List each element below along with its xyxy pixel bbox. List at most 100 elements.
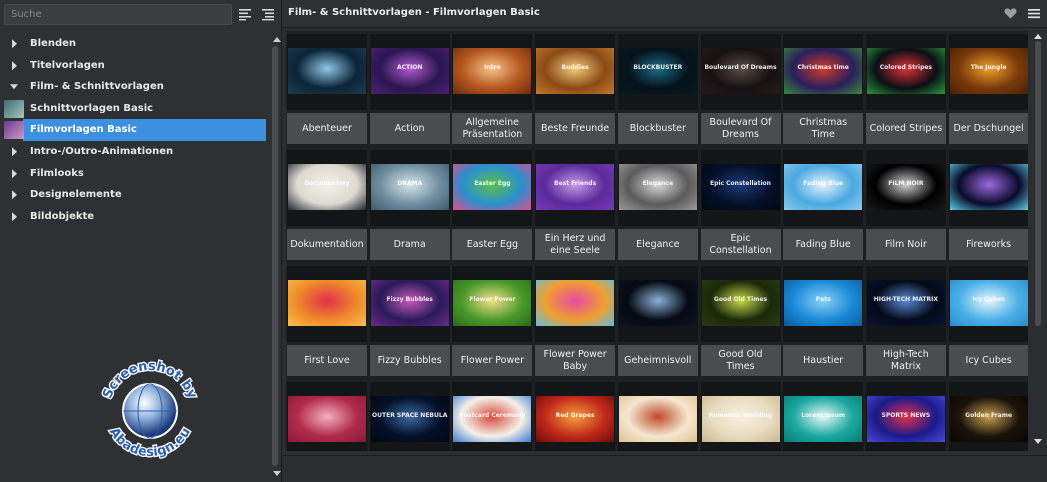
template-tile[interactable]: [286, 379, 367, 451]
tree-item-label: Schnittvorlagen Basic: [30, 102, 154, 114]
grid-scrollbar[interactable]: [1032, 31, 1044, 451]
tree-item[interactable]: Intro-/Outro-Animationen: [0, 141, 268, 163]
template-tile[interactable]: Geheimnisvoll: [616, 263, 698, 376]
thumbnail-title: Documentary: [304, 180, 350, 187]
tree-item-label: Blenden: [30, 38, 77, 49]
template-tile[interactable]: Flower Power Baby: [534, 263, 616, 376]
template-thumbnail: DRAMA: [369, 150, 450, 226]
template-tile[interactable]: Icy Cubes Icy Cubes: [947, 263, 1028, 376]
scroll-down-icon[interactable]: [1034, 437, 1042, 445]
caret-right-icon[interactable]: [9, 141, 19, 163]
sidebar-scrollbar[interactable]: [271, 36, 281, 478]
template-tile[interactable]: DRAMA Drama: [368, 147, 450, 260]
template-caption: Colored Stripes: [865, 113, 946, 144]
template-tile[interactable]: Fireworks: [947, 147, 1028, 260]
hamburger-menu-icon[interactable]: [1027, 7, 1041, 20]
template-tile[interactable]: Intro Allgemeine Präsentation: [451, 31, 533, 144]
template-tile[interactable]: BLOCKBUSTER Blockbuster: [616, 31, 698, 144]
template-tile[interactable]: The Jungle Der Dschungel: [947, 31, 1028, 144]
caret-right-icon[interactable]: [9, 184, 19, 206]
template-tile[interactable]: Good Old Times Good Old Times: [699, 263, 781, 376]
template-tile[interactable]: Flower Power Flower Power: [451, 263, 533, 376]
main-panel: Film- & Schnittvorlagen - Filmvorlagen B…: [283, 0, 1047, 482]
template-tile[interactable]: SPORTS NEWS: [864, 379, 946, 451]
list-indent-icon[interactable]: [260, 6, 276, 22]
scrollbar-thumb[interactable]: [272, 46, 278, 466]
template-caption: Drama: [369, 229, 450, 260]
caret-right-icon[interactable]: [9, 163, 19, 185]
template-thumbnail: Postcard Ceremony: [452, 382, 533, 451]
page-title: Film- & Schnittvorlagen - Filmvorlagen B…: [288, 7, 540, 18]
thumbnail-image: [288, 396, 366, 442]
thumbnail-image: [453, 280, 532, 326]
thumbnail-title: Epic Constellation: [710, 180, 771, 187]
thumbnail-title: DRAMA: [397, 180, 423, 187]
template-tile[interactable]: Best Friends Ein Herz und eine Seele: [534, 147, 616, 260]
template-tile[interactable]: Fading Blue Fading Blue: [782, 147, 864, 260]
align-left-icon[interactable]: [237, 6, 253, 22]
caret-right-icon[interactable]: [9, 206, 19, 228]
template-tile[interactable]: Abenteuer: [286, 31, 367, 144]
thumbnail-image: [618, 164, 697, 210]
thumbnail-title: OUTER SPACE NEBULA: [372, 412, 448, 419]
thumbnail-title: Fizzy Bubbles: [386, 296, 433, 303]
tree-item-label: Film- & Schnittvorlagen: [30, 81, 164, 93]
template-tile[interactable]: Romantic Wedding: [699, 379, 781, 451]
tree-item[interactable]: Filmvorlagen Basic: [4, 119, 266, 141]
thumbnail-title: Colored Stripes: [879, 64, 933, 71]
tree-item[interactable]: Film- & Schnittvorlagen: [0, 76, 268, 98]
template-tile[interactable]: Red Grapes: [534, 379, 616, 451]
caret-right-icon[interactable]: [9, 33, 19, 55]
category-thumbnail: [4, 99, 24, 118]
thumbnail-title: Romantic Wedding: [708, 412, 773, 419]
template-thumbnail: Fizzy Bubbles: [369, 266, 450, 342]
thumbnail-image: [949, 280, 1028, 326]
template-caption: Boulevard Of Dreams: [700, 113, 781, 144]
scroll-up-icon[interactable]: [1034, 33, 1042, 41]
template-tile[interactable]: Colored Stripes Colored Stripes: [864, 31, 946, 144]
template-tile[interactable]: Easter Egg Easter Egg: [451, 147, 533, 260]
scroll-down-icon[interactable]: [273, 469, 281, 477]
template-tile[interactable]: Boulevard Of Dreams Boulevard Of Dreams: [699, 31, 781, 144]
template-thumbnail: HIGH-TECH MATRIX: [865, 266, 946, 342]
template-tile[interactable]: Postcard Ceremony: [451, 379, 533, 451]
thumbnail-image: [866, 164, 945, 210]
template-tile[interactable]: Lorem Ipsum: [782, 379, 864, 451]
tree-item[interactable]: Blenden: [0, 33, 268, 55]
template-tile[interactable]: Elegance Elegance: [616, 147, 698, 260]
thumbnail-image: [536, 48, 615, 94]
tree-item-label: Designelemente: [30, 189, 122, 201]
template-tile[interactable]: Buddies Beste Freunde: [534, 31, 616, 144]
template-tile[interactable]: FILM NOIR Film Noir: [864, 147, 946, 260]
scroll-up-icon[interactable]: [273, 36, 281, 44]
template-tile[interactable]: HIGH-TECH MATRIX High-Tech Matrix: [864, 263, 946, 376]
heart-icon[interactable]: [1004, 7, 1017, 20]
template-tile[interactable]: Golden Frame: [947, 379, 1028, 451]
tree-item[interactable]: Filmlooks: [0, 163, 268, 185]
template-caption: Easter Egg: [452, 229, 533, 260]
template-tile[interactable]: Christmas time Christmas Time: [782, 31, 864, 144]
template-thumbnail: BLOCKBUSTER: [617, 34, 698, 110]
template-tile[interactable]: Pets Haustier: [782, 263, 864, 376]
template-tile[interactable]: Epic Constellation Epic Constellation: [699, 147, 781, 260]
template-tile[interactable]: ACTION Action: [368, 31, 450, 144]
template-caption: Icy Cubes: [948, 345, 1028, 376]
search-input[interactable]: [4, 4, 232, 25]
template-tile[interactable]: Documentary Dokumentation: [286, 147, 367, 260]
tree-item[interactable]: Schnittvorlagen Basic: [0, 98, 268, 120]
caret-down-icon[interactable]: [9, 76, 19, 98]
scrollbar-thumb[interactable]: [1035, 41, 1041, 326]
tree-item[interactable]: Titelvorlagen: [0, 55, 268, 77]
tree-item[interactable]: Bildobjekte: [0, 206, 268, 228]
template-tile[interactable]: OUTER SPACE NEBULA: [368, 379, 450, 451]
template-tile[interactable]: First Love: [286, 263, 367, 376]
template-caption: Epic Constellation: [700, 229, 781, 260]
template-tile[interactable]: Fizzy Bubbles Fizzy Bubbles: [368, 263, 450, 376]
template-thumbnail: Best Friends: [535, 150, 616, 226]
caret-right-icon[interactable]: [9, 55, 19, 77]
thumbnail-title: Christmas time: [797, 64, 849, 71]
tree-item[interactable]: Designelemente: [0, 184, 268, 206]
tree-item-label: Bildobjekte: [30, 210, 95, 222]
template-tile[interactable]: [616, 379, 698, 451]
thumbnail-image: [370, 280, 449, 326]
